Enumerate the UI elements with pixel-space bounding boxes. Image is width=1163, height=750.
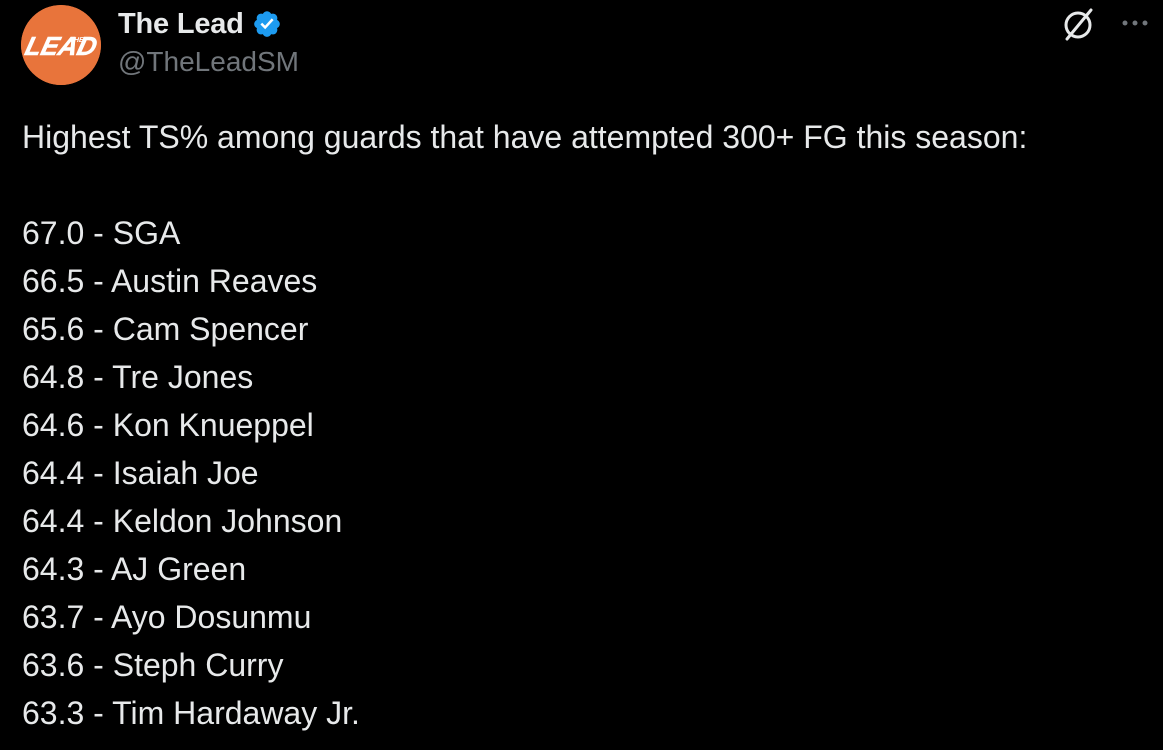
ranking-item: 64.8 - Tre Jones: [22, 359, 254, 395]
author-handle[interactable]: @TheLeadSM: [118, 46, 299, 78]
tweet: LEAD THE The Lead @TheLeadSM Highest TS%…: [0, 0, 1163, 750]
ranking-item: 67.0 - SGA: [22, 215, 181, 251]
ranking-item: 63.7 - Ayo Dosunmu: [22, 599, 312, 635]
avatar-logo-small-text: THE: [69, 36, 85, 44]
avatar[interactable]: LEAD THE: [21, 5, 101, 85]
ranking-item: 65.6 - Cam Spencer: [22, 311, 309, 347]
avatar-logo-text: LEAD: [22, 31, 100, 61]
ranking-item: 64.4 - Keldon Johnson: [22, 503, 343, 539]
verified-badge-icon[interactable]: [252, 9, 282, 39]
ranking-item: 66.5 - Austin Reaves: [22, 263, 318, 299]
tweet-headline: Highest TS% among guards that have attem…: [22, 119, 1028, 155]
ranking-item: 64.3 - AJ Green: [22, 551, 247, 587]
ranking-item: 64.4 - Isaiah Joe: [22, 455, 259, 491]
tweet-text: Highest TS% among guards that have attem…: [22, 113, 1152, 737]
lead-logo-icon: LEAD THE: [21, 5, 101, 85]
ranking-item: 63.6 - Steph Curry: [22, 647, 284, 683]
grok-icon[interactable]: [1058, 5, 1098, 45]
author-name-row: The Lead: [118, 6, 282, 42]
ranking-item: 63.3 - Tim Hardaway Jr.: [22, 695, 360, 731]
more-options-icon[interactable]: [1117, 9, 1153, 37]
ranking-item: 64.6 - Kon Knueppel: [22, 407, 314, 443]
display-name[interactable]: The Lead: [118, 8, 244, 41]
